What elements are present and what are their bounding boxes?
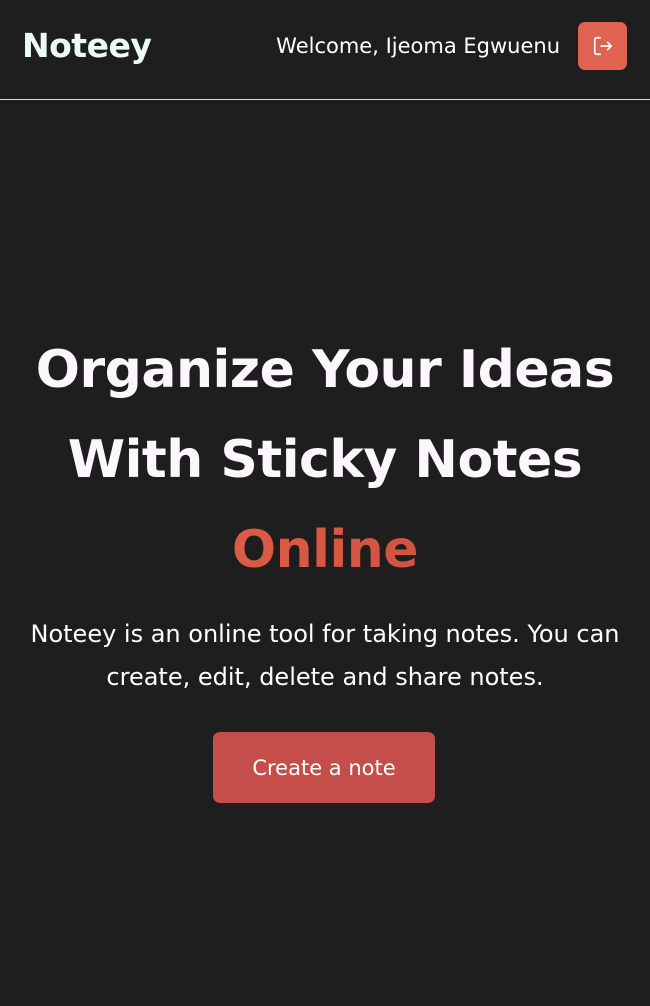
- logout-icon: [592, 35, 614, 57]
- welcome-message: Welcome, Ijeoma Egwuenu: [276, 34, 560, 58]
- hero-headline: Organize Your Ideas With Sticky Notes On…: [0, 325, 650, 595]
- headline-line-1: Organize Your Ideas: [35, 340, 615, 400]
- navbar: Noteey Welcome, Ijeoma Egwuenu: [0, 0, 650, 100]
- hero-section: Organize Your Ideas With Sticky Notes On…: [0, 325, 650, 699]
- headline-line-2: With Sticky Notes: [67, 430, 583, 490]
- logo[interactable]: Noteey: [22, 26, 152, 65]
- hero-description: Noteey is an online tool for taking note…: [30, 620, 620, 691]
- logout-button[interactable]: [578, 22, 627, 70]
- headline-accent: Online: [0, 505, 650, 595]
- create-note-button[interactable]: Create a note: [213, 732, 435, 803]
